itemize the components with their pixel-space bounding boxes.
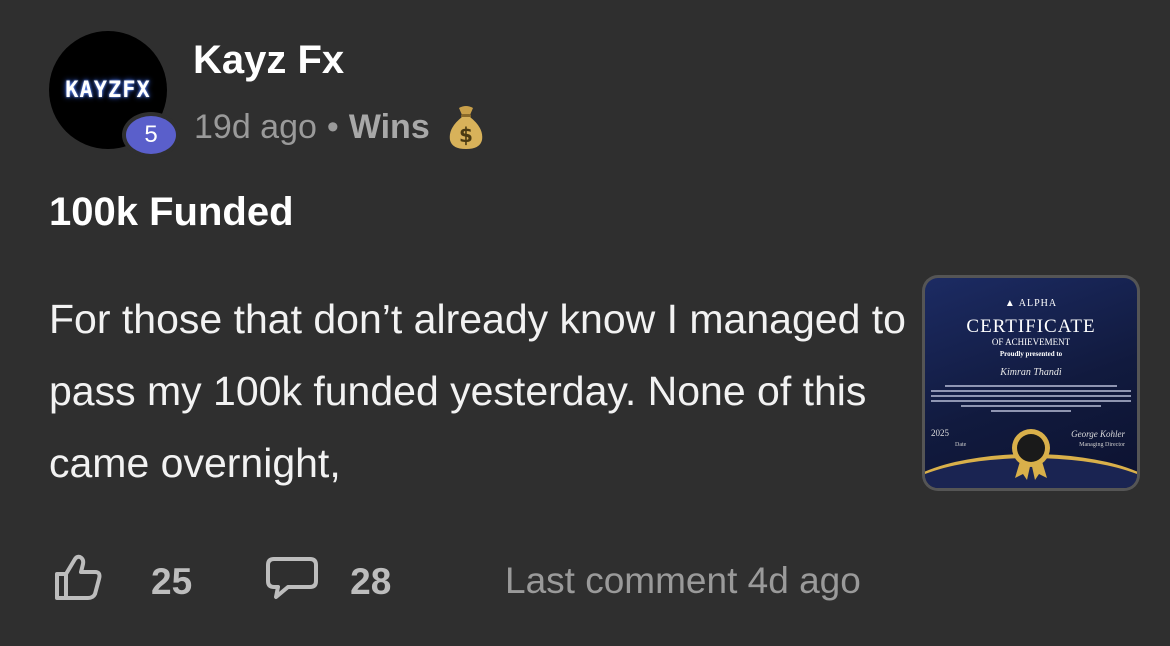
svg-text:$: $: [459, 123, 473, 147]
cert-logo: ▲ ALPHA: [1004, 298, 1058, 309]
cert-title: CERTIFICATE: [966, 316, 1096, 337]
last-comment-time: Last comment 4d ago: [505, 560, 861, 601]
money-bag-icon: $: [446, 104, 486, 150]
cert-subtitle: OF ACHIEVEMENT: [991, 337, 1071, 347]
cert-date-label: Date: [955, 442, 967, 448]
cert-body-lines: [931, 382, 1131, 415]
post-title[interactable]: 100k Funded: [49, 190, 294, 235]
certificate-image: ▲ ALPHA CERTIFICATE OF ACHIEVEMENT Proud…: [925, 278, 1137, 488]
cert-year: 2025: [931, 428, 949, 438]
author-name[interactable]: Kayz Fx: [193, 38, 344, 83]
level-badge: 5: [122, 112, 180, 158]
cert-signature-role: Managing Director: [1079, 442, 1125, 448]
cert-presented: Proudly presented to: [999, 350, 1063, 358]
avatar-logo-text: KAYZFX: [65, 77, 151, 103]
post-actions: 25 28: [53, 554, 391, 606]
cert-recipient: Kimran Thandi: [1000, 367, 1062, 378]
comment-count[interactable]: 28: [350, 561, 391, 603]
like-count[interactable]: 25: [151, 561, 192, 603]
meta-separator: •: [326, 107, 339, 146]
gold-seal-icon: [1009, 428, 1053, 480]
comment-icon[interactable]: [264, 555, 320, 610]
post-time: 19d ago: [194, 107, 317, 146]
attachment-thumbnail[interactable]: ▲ ALPHA CERTIFICATE OF ACHIEVEMENT Proud…: [922, 275, 1140, 491]
cert-signature: George Kohler: [1071, 429, 1125, 439]
thumbs-up-icon[interactable]: [53, 554, 103, 611]
post-meta: 19d ago • Wins $: [194, 104, 486, 150]
post-category[interactable]: Wins: [349, 108, 430, 147]
alpha-logo-icon: ▲: [1004, 298, 1016, 309]
post-body[interactable]: For those that don’t already know I mana…: [49, 283, 909, 499]
